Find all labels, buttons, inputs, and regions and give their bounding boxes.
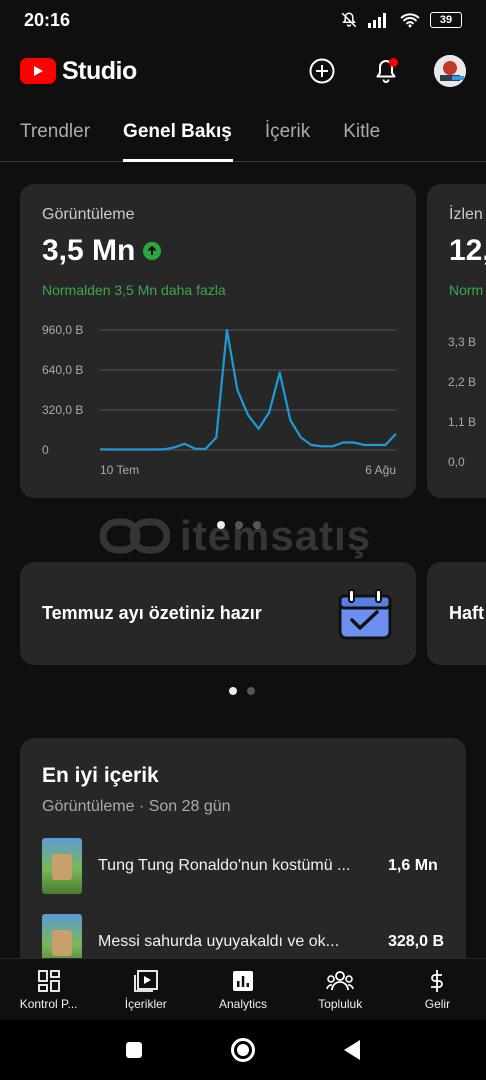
y-tick-label: 960,0 B	[42, 323, 83, 337]
system-navigation	[0, 1020, 486, 1080]
metric-note-peek: Norm	[449, 282, 484, 298]
carousel-dot[interactable]	[229, 687, 237, 695]
notification-badge	[389, 58, 398, 67]
clock: 20:16	[24, 9, 71, 30]
tab-overview[interactable]: Genel Bakış	[123, 102, 247, 162]
watermark: itemsatış	[100, 512, 371, 560]
app-header: Studio	[0, 40, 486, 102]
video-thumbnail	[42, 838, 82, 894]
video-title: Tung Tung Ronaldo'nun kostümü ...	[98, 857, 351, 874]
battery-indicator: 39	[430, 12, 462, 28]
y-tick-label: 640,0 B	[42, 363, 83, 377]
back-icon[interactable]	[342, 1039, 362, 1061]
studio-logo[interactable]: Studio	[20, 57, 137, 86]
nav-community[interactable]: Topluluk	[292, 959, 389, 1020]
metric-value: 3,5 Mn	[42, 234, 136, 267]
top-content-subtitle: Görüntüleme · Son 28 gün	[42, 798, 231, 815]
logo-text: Studio	[62, 56, 137, 85]
summary-title-peek: Haft	[449, 603, 484, 623]
watch-time-metric-card[interactable]: İzlen 12, Norm 3,3 B 2,2 B 1,1 B 0,0	[427, 184, 486, 498]
tab-audience[interactable]: Kitle	[343, 102, 395, 162]
peek-tick: 1,1 B	[448, 415, 477, 429]
video-views: 328,0 B	[387, 933, 444, 950]
metric-value-peek: 12,	[449, 234, 486, 267]
nav-label: İçerikler	[124, 996, 167, 1011]
status-bar: 20:16 39	[0, 0, 486, 40]
summary-carousel-dots	[229, 687, 255, 695]
metric-label: Görüntüleme	[42, 206, 135, 223]
summary-title: Temmuz ayı özetiniz hazır	[42, 603, 262, 623]
peek-tick: 3,3 B	[448, 335, 477, 349]
nav-label: Gelir	[424, 996, 451, 1011]
metric-label-peek: İzlen	[449, 206, 483, 223]
tab-content[interactable]: İçerik	[265, 102, 325, 162]
nav-dashboard[interactable]: Kontrol P...	[0, 959, 97, 1020]
nav-earn[interactable]: Gelir	[389, 959, 486, 1020]
list-item[interactable]: Tung Tung Ronaldo'nun kostümü ... 1,6 Mn	[42, 838, 444, 894]
peek-tick: 0,0	[448, 455, 465, 469]
trend-up-icon	[143, 242, 162, 260]
status-icons: 39	[340, 11, 462, 29]
peek-tick: 2,2 B	[448, 375, 477, 389]
video-title: Messi sahurda uyuyakaldı ve ok...	[98, 933, 340, 950]
x-tick-label: 6 Ağu	[365, 463, 396, 477]
views-line-chart: 960,0 B 640,0 B 320,0 B 0 10 Tem 6 Ağu	[42, 323, 397, 477]
add-circle-icon	[309, 58, 335, 84]
tab-trends[interactable]: Trendler	[20, 102, 105, 162]
carousel-dot[interactable]	[247, 687, 255, 695]
notifications-button[interactable]	[370, 55, 402, 87]
nav-analytics[interactable]: Analytics	[194, 959, 291, 1020]
signal-icon	[368, 13, 386, 28]
dashboard-icon	[37, 969, 60, 992]
analytics-icon	[233, 970, 253, 991]
content-icon	[133, 969, 158, 992]
community-icon	[326, 970, 354, 990]
y-tick-label: 320,0 B	[42, 403, 83, 417]
series-line	[99, 328, 397, 451]
account-avatar[interactable]	[434, 55, 466, 87]
bottom-navigation: Kontrol P... İçerikler Analytics Toplulu…	[0, 958, 486, 1020]
x-tick-label: 10 Tem	[100, 463, 139, 477]
nav-label: Topluluk	[318, 996, 363, 1011]
analytics-tabs: Trendler Genel Bakış İçerik Kitle	[0, 102, 486, 162]
youtube-logo-icon	[20, 58, 56, 84]
watermark-text: itemsatış	[180, 512, 372, 559]
top-content-title: En iyi içerik	[42, 764, 159, 787]
create-button[interactable]	[306, 55, 338, 87]
earn-icon	[431, 969, 444, 992]
watermark-logo-icon	[100, 518, 170, 554]
video-views: 1,6 Mn	[388, 857, 438, 874]
monthly-summary-card[interactable]: Temmuz ayı özetiniz hazır	[20, 562, 416, 665]
home-icon[interactable]	[230, 1037, 256, 1063]
nav-label: Kontrol P...	[19, 996, 78, 1011]
mute-icon	[341, 12, 357, 28]
wifi-icon	[400, 13, 420, 28]
metric-comparison: Normalden 3,5 Mn daha fazla	[42, 282, 226, 298]
nav-content[interactable]: İçerikler	[97, 959, 194, 1020]
calendar-icon	[338, 588, 392, 639]
nav-label: Analytics	[218, 996, 268, 1011]
weekly-summary-card[interactable]: Haft	[427, 562, 486, 665]
recents-icon[interactable]	[124, 1040, 144, 1060]
y-tick-label: 0	[42, 443, 49, 457]
views-metric-card[interactable]: Görüntüleme 3,5 Mn Normalden 3,5 Mn daha…	[20, 184, 416, 498]
